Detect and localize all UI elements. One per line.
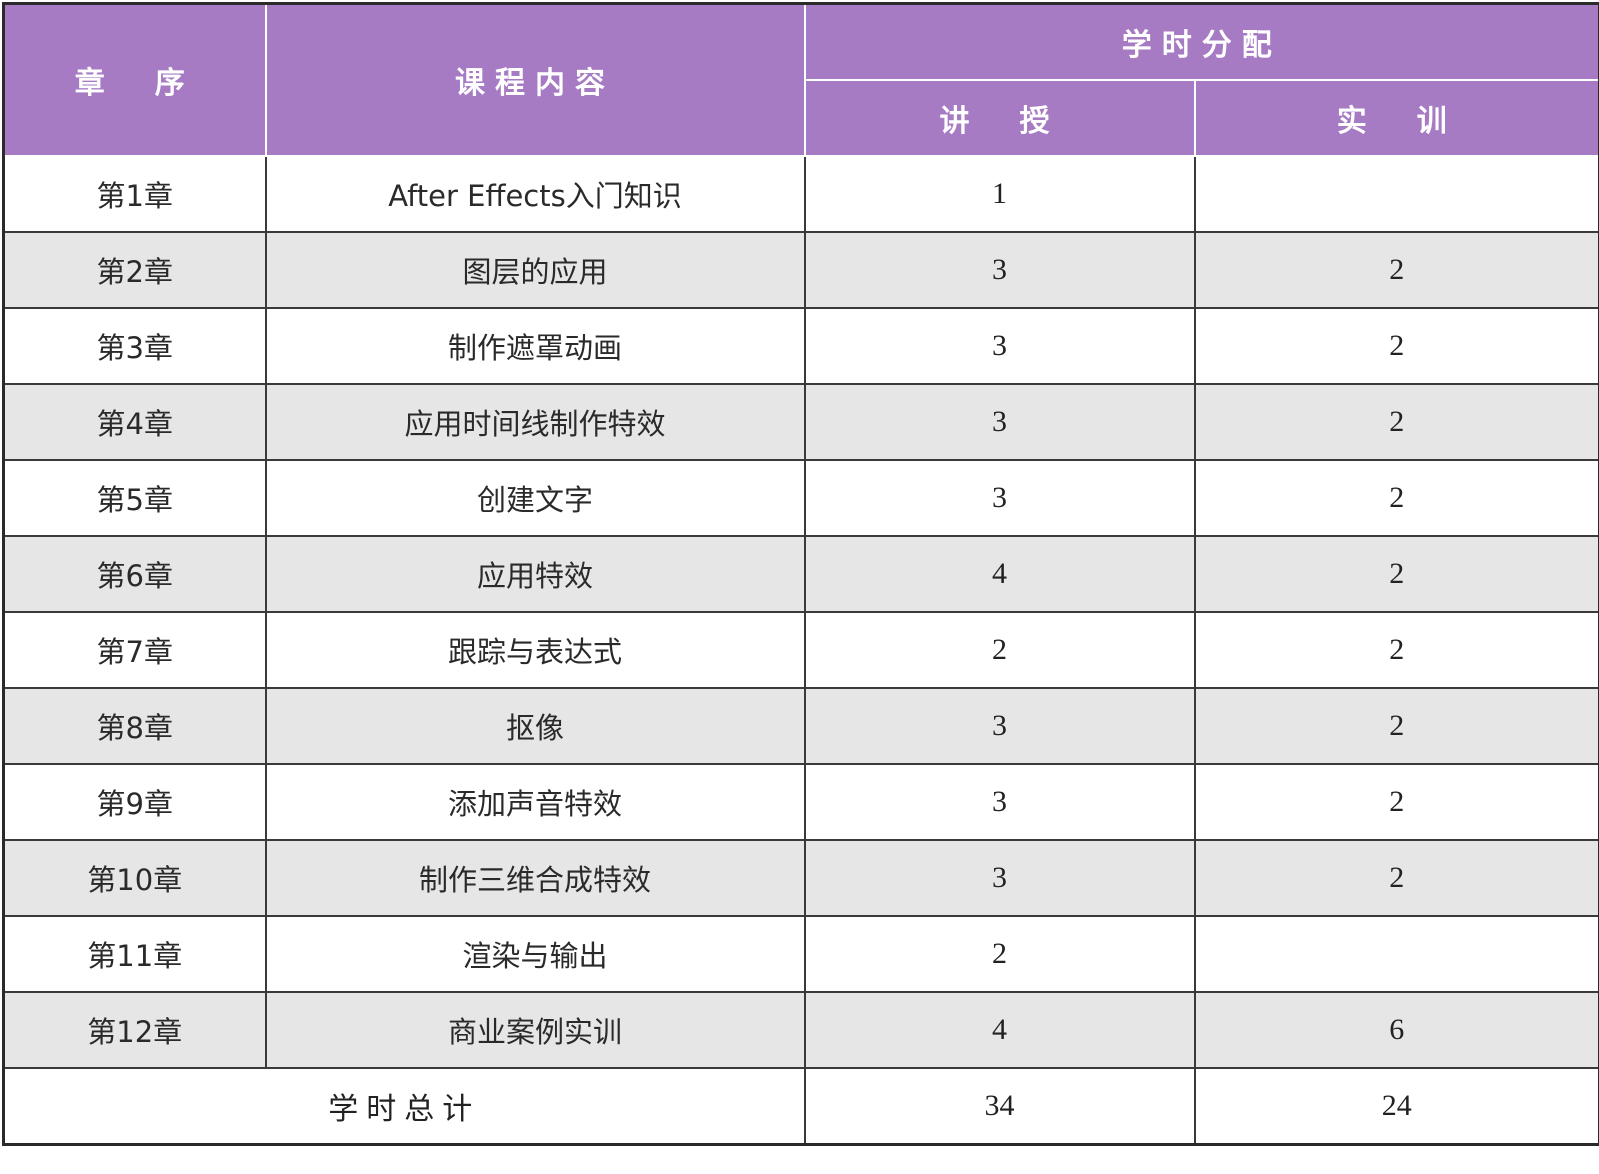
practice-hours-cell: 6 [1193,991,1599,1069]
lecture-hours-cell: 3 [803,459,1196,537]
chapter-cell: 第7章 [2,611,267,689]
total-label: 学时总计 [2,1067,806,1146]
chapter-cell: 第4章 [2,383,267,461]
practice-hours-cell: 2 [1193,231,1599,309]
content-cell: 跟踪与表达式 [264,611,806,689]
practice-hours-cell: 2 [1193,687,1599,765]
chapter-cell: 第2章 [2,231,267,309]
course-hours-table-container: 章 序 课程内容 学时分配 讲 授 实 训 第1章 After Effects入… [2,2,1599,1146]
content-cell: 制作三维合成特效 [264,839,806,917]
table-body: 第1章 After Effects入门知识 1 第2章 图层的应用 3 2 第3… [2,155,1599,1069]
lecture-hours-cell: 1 [803,155,1196,233]
chapter-cell: 第6章 [2,535,267,613]
practice-hours-cell: 2 [1193,383,1599,461]
header-practice: 实 训 [1193,79,1599,157]
chapter-cell: 第8章 [2,687,267,765]
practice-hours-cell [1193,915,1599,993]
content-cell: 添加声音特效 [264,763,806,841]
practice-hours-cell: 2 [1193,763,1599,841]
practice-hours-cell: 2 [1193,839,1599,917]
content-cell: 应用时间线制作特效 [264,383,806,461]
total-row: 学时总计 34 24 [2,1067,1599,1146]
content-cell: 创建文字 [264,459,806,537]
content-cell: After Effects入门知识 [264,155,806,233]
practice-hours-cell [1193,155,1599,233]
lecture-hours-cell: 3 [803,231,1196,309]
table-row: 第12章 商业案例实训 4 6 [2,991,1599,1069]
chapter-cell: 第11章 [2,915,267,993]
chapter-cell: 第9章 [2,763,267,841]
chapter-cell: 第10章 [2,839,267,917]
table-row: 第3章 制作遮罩动画 3 2 [2,307,1599,385]
content-cell: 应用特效 [264,535,806,613]
lecture-hours-cell: 2 [803,611,1196,689]
lecture-total: 34 [803,1067,1196,1146]
content-cell: 抠像 [264,687,806,765]
chapter-cell: 第3章 [2,307,267,385]
lecture-hours-cell: 3 [803,383,1196,461]
table-row: 第9章 添加声音特效 3 2 [2,763,1599,841]
chapter-cell: 第5章 [2,459,267,537]
table-row: 第10章 制作三维合成特效 3 2 [2,839,1599,917]
header-chapter: 章 序 [2,2,267,157]
table-row: 第2章 图层的应用 3 2 [2,231,1599,309]
lecture-hours-cell: 4 [803,991,1196,1069]
content-cell: 制作遮罩动画 [264,307,806,385]
header-row-1: 章 序 课程内容 学时分配 [2,2,1599,157]
table-header: 章 序 课程内容 学时分配 讲 授 实 训 [2,2,1599,157]
lecture-hours-cell: 3 [803,687,1196,765]
practice-hours-cell: 2 [1193,535,1599,613]
header-lecture: 讲 授 [803,79,1196,157]
practice-hours-cell: 2 [1193,459,1599,537]
lecture-hours-cell: 2 [803,915,1196,993]
lecture-hours-cell: 3 [803,307,1196,385]
table-row: 第8章 抠像 3 2 [2,687,1599,765]
course-hours-table: 章 序 课程内容 学时分配 讲 授 实 训 第1章 After Effects入… [2,2,1599,1146]
table-row: 第5章 创建文字 3 2 [2,459,1599,537]
practice-hours-cell: 2 [1193,611,1599,689]
lecture-hours-cell: 4 [803,535,1196,613]
content-cell: 商业案例实训 [264,991,806,1069]
table-footer: 学时总计 34 24 [2,1067,1599,1146]
chapter-cell: 第1章 [2,155,267,233]
table-row: 第4章 应用时间线制作特效 3 2 [2,383,1599,461]
chapter-cell: 第12章 [2,991,267,1069]
header-hours-allocation: 学时分配 [803,2,1599,81]
table-row: 第7章 跟踪与表达式 2 2 [2,611,1599,689]
lecture-hours-cell: 3 [803,763,1196,841]
table-row: 第6章 应用特效 4 2 [2,535,1599,613]
practice-total: 24 [1193,1067,1599,1146]
header-content: 课程内容 [264,2,806,157]
lecture-hours-cell: 3 [803,839,1196,917]
practice-hours-cell: 2 [1193,307,1599,385]
content-cell: 图层的应用 [264,231,806,309]
content-cell: 渲染与输出 [264,915,806,993]
table-row: 第1章 After Effects入门知识 1 [2,155,1599,233]
table-row: 第11章 渲染与输出 2 [2,915,1599,993]
